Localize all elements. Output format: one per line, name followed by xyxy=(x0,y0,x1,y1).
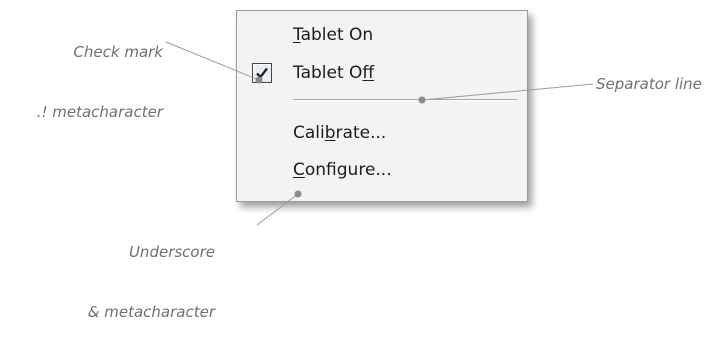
accelerator-letter: T xyxy=(293,25,301,45)
annotation-line: Check mark xyxy=(73,43,163,61)
annotation-line: & metacharacter xyxy=(87,303,215,321)
context-menu: Tablet On Tablet Off Calibrate... Config… xyxy=(236,10,528,202)
accelerator-letter: f xyxy=(362,63,375,83)
menu-item-calibrate[interactable]: Calibrate... xyxy=(293,123,386,143)
menu-separator xyxy=(293,99,517,101)
menu-item-tablet-on[interactable]: Tablet On xyxy=(293,25,373,45)
check-mark-icon xyxy=(252,63,272,83)
menu-item-label-post: rate... xyxy=(335,123,387,143)
checkmark-glyph-icon xyxy=(256,67,268,79)
menu-item-configure[interactable]: Configure... xyxy=(293,160,392,180)
menu-item-label-post: ablet On xyxy=(300,25,374,45)
check-mark-annotation: Check mark .! metacharacter xyxy=(37,2,163,142)
menu-item-label-pre: Cali xyxy=(293,123,325,143)
annotation-line: .! metacharacter xyxy=(36,103,163,121)
annotation-line: Underscore xyxy=(128,243,215,261)
accelerator-letter: C xyxy=(293,160,305,180)
underscore-annotation: Underscore & metacharacter xyxy=(88,202,215,342)
separator-annotation: Separator line xyxy=(596,75,702,93)
menu-item-label-pre: Tablet O xyxy=(293,63,363,83)
accelerator-letter: b xyxy=(324,123,336,143)
menu-item-label-post: onfigure... xyxy=(304,160,392,180)
menu-item-tablet-off[interactable]: Tablet Off xyxy=(293,63,374,83)
